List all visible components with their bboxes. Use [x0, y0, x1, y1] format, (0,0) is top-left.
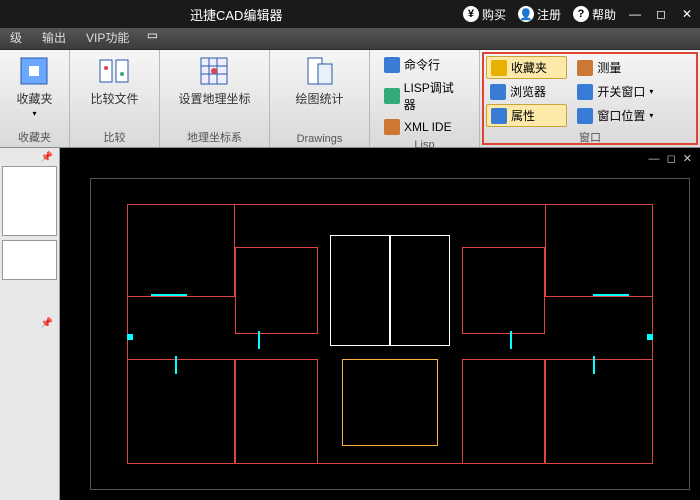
compare-label: 比较文件: [90, 90, 138, 107]
lisp-debug-icon: [384, 88, 400, 104]
lisp-debug-button[interactable]: LISP调试器: [380, 77, 469, 115]
favorites-label: 收藏夹: [16, 90, 52, 107]
properties-button[interactable]: 属性: [486, 104, 567, 127]
browser-icon: [490, 84, 506, 100]
viewport-controls[interactable]: — ◻ ✕: [649, 152, 694, 165]
xml-ide-label: XML IDE: [404, 120, 452, 134]
group-caption-window: 窗口: [579, 129, 601, 145]
group-caption-geo: 地理坐标系: [187, 129, 242, 145]
stats-button[interactable]: 绘图统计: [295, 54, 343, 107]
compare-icon: [97, 54, 131, 88]
pin-icon[interactable]: 📌: [41, 152, 53, 163]
group-caption-compare: 比较: [104, 129, 126, 145]
floor-plan: [90, 178, 690, 490]
lisp-debug-label: LISP调试器: [404, 79, 465, 113]
tab-output[interactable]: 输出: [32, 26, 76, 49]
ribbon-toggle-icon[interactable]: ▭: [139, 21, 165, 49]
side-slot-2[interactable]: [2, 240, 57, 280]
drawing-canvas[interactable]: — ◻ ✕: [60, 148, 700, 500]
buy-button[interactable]: ¥ 购买: [457, 0, 512, 28]
close-button[interactable]: ✕: [674, 0, 700, 28]
cmdline-label: 命令行: [404, 56, 440, 73]
star-icon: [491, 60, 507, 76]
window-pos-button[interactable]: 窗口位置 ▾: [573, 104, 672, 127]
app-title: 迅捷CAD编辑器: [190, 5, 282, 24]
favorites-icon: [17, 54, 51, 88]
measure-icon: [577, 60, 593, 76]
help-label: 帮助: [592, 6, 616, 23]
chevron-down-icon: ▾: [32, 109, 36, 118]
buy-label: 购买: [482, 6, 506, 23]
register-label: 注册: [537, 6, 561, 23]
chevron-down-icon: ▾: [649, 87, 653, 96]
win-favorites-button[interactable]: 收藏夹: [486, 56, 567, 79]
register-button[interactable]: 👤 注册: [512, 0, 567, 28]
properties-icon: [491, 108, 507, 124]
tab-level[interactable]: 级: [0, 26, 32, 49]
window-pos-label: 窗口位置: [597, 107, 645, 124]
measure-button[interactable]: 测量: [573, 56, 672, 79]
question-icon: ?: [573, 6, 589, 22]
favorites-button[interactable]: 收藏夹 ▾: [16, 54, 52, 118]
xml-ide-button[interactable]: XML IDE: [380, 117, 469, 137]
xml-ide-icon: [384, 119, 400, 135]
cmdline-icon: [384, 57, 400, 73]
compare-button[interactable]: 比较文件: [90, 54, 138, 107]
toggle-window-label: 开关窗口: [597, 83, 645, 100]
ribbon-tabs: 级 输出 VIP功能 ▭: [0, 28, 700, 50]
toggle-window-icon: [577, 84, 593, 100]
geo-icon: [197, 54, 231, 88]
pin-icon[interactable]: 📌: [41, 318, 53, 329]
window-pos-icon: [577, 108, 593, 124]
ribbon: 收藏夹 ▾ 收藏夹 比较文件 比较 设置地理坐标 地理坐标系 绘图统计: [0, 50, 700, 148]
toggle-window-button[interactable]: 开关窗口 ▾: [573, 81, 672, 102]
stats-label: 绘图统计: [295, 90, 343, 107]
group-caption-favorites: 收藏夹: [18, 129, 51, 145]
tab-vip[interactable]: VIP功能: [76, 26, 139, 49]
properties-label: 属性: [511, 107, 535, 124]
cmdline-button[interactable]: 命令行: [380, 54, 469, 75]
browser-button[interactable]: 浏览器: [486, 81, 567, 102]
geo-button[interactable]: 设置地理坐标: [178, 54, 250, 107]
measure-label: 测量: [597, 59, 621, 76]
side-slot-1[interactable]: [2, 166, 57, 236]
minimize-button[interactable]: —: [622, 0, 648, 28]
user-icon: 👤: [518, 6, 534, 22]
help-button[interactable]: ? 帮助: [567, 0, 622, 28]
chevron-down-icon: ▾: [649, 111, 653, 120]
yen-icon: ¥: [463, 6, 479, 22]
win-favorites-label: 收藏夹: [511, 59, 547, 76]
geo-label: 设置地理坐标: [178, 90, 250, 107]
side-panel: 📌 📌: [0, 148, 60, 500]
group-caption-drawings: Drawings: [297, 133, 343, 145]
stats-icon: [302, 54, 336, 88]
browser-label: 浏览器: [510, 83, 546, 100]
maximize-button[interactable]: ◻: [648, 0, 674, 28]
